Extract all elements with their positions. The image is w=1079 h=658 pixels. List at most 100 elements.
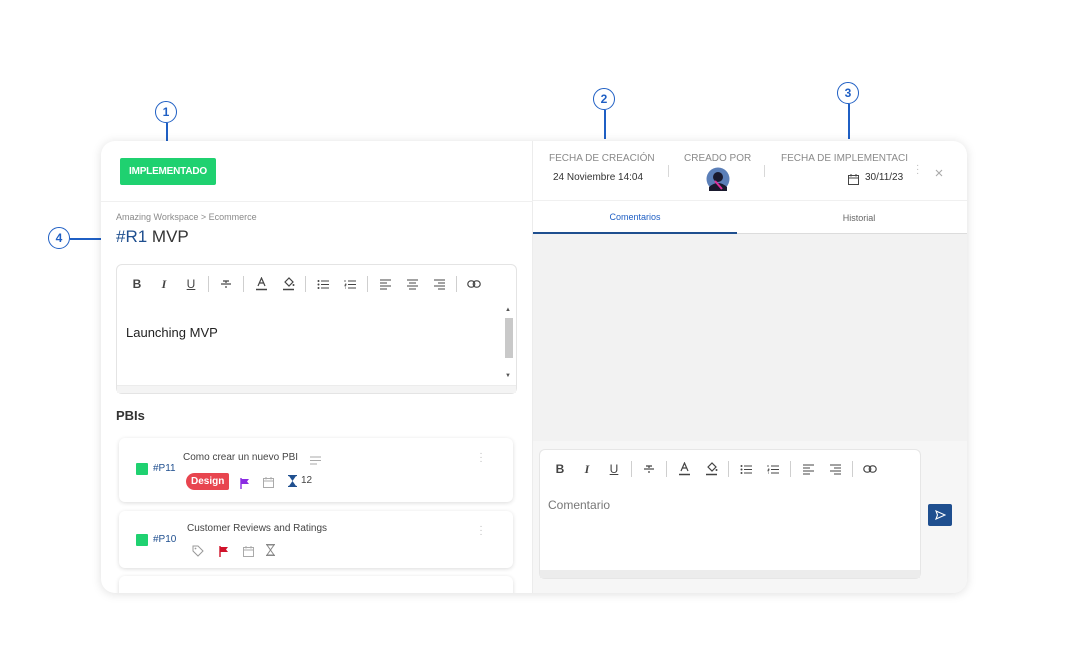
underline-button[interactable]: U: [180, 274, 202, 294]
pbi-status-square: [136, 463, 148, 475]
bullet-list-icon[interactable]: [735, 459, 757, 479]
close-icon[interactable]: [934, 165, 944, 183]
underline-button[interactable]: U: [603, 459, 625, 479]
bullet-list-icon[interactable]: [312, 274, 334, 294]
send-icon: [934, 510, 946, 520]
text-color-icon[interactable]: [250, 274, 272, 294]
tag-icon[interactable]: [192, 544, 204, 562]
link-icon[interactable]: [859, 459, 881, 479]
italic-button[interactable]: I: [153, 274, 175, 294]
numbered-list-icon[interactable]: [762, 459, 784, 479]
align-right-icon[interactable]: [824, 459, 846, 479]
comments-list: [533, 234, 967, 441]
pbi-card[interactable]: #P10 Customer Reviews and Ratings · · ·: [119, 511, 513, 568]
description-text[interactable]: Launching MVP: [117, 305, 502, 385]
tag-design[interactable]: Design: [186, 473, 230, 490]
estimate-hourglass-icon[interactable]: [265, 543, 276, 561]
item-name: MVP: [151, 227, 189, 246]
pbi-estimate: 12: [301, 475, 313, 486]
tab-comentarios[interactable]: Comentarios: [533, 201, 737, 234]
pbi-menu-icon[interactable]: · · ·: [479, 449, 483, 467]
avatar[interactable]: [706, 167, 730, 196]
highlight-icon[interactable]: [700, 459, 722, 479]
tab-historial[interactable]: Historial: [757, 201, 961, 234]
breadcrumb[interactable]: Amazing Workspace > Ecommerce: [116, 212, 257, 222]
status-header: IMPLEMENTADO: [101, 141, 533, 202]
created-date-value: 24 Noviembre 14:04: [553, 172, 644, 183]
pbi-card[interactable]: [119, 576, 513, 593]
comment-input[interactable]: Comentario: [548, 498, 610, 512]
toolbar-divider: [456, 276, 457, 292]
comment-toolbar: B I U: [540, 450, 920, 488]
toolbar-divider: [790, 461, 791, 477]
comment-editor: B I U Comentario: [539, 449, 921, 579]
callout-2: 2: [593, 88, 615, 110]
scroll-down-icon[interactable]: ▼: [505, 373, 511, 379]
bold-button[interactable]: B: [126, 274, 148, 294]
toolbar-divider: [243, 276, 244, 292]
callout-3-line: [848, 104, 850, 139]
toolbar-divider: [728, 461, 729, 477]
activity-tabs: Comentarios Historial: [533, 201, 967, 234]
toolbar-divider: [631, 461, 632, 477]
italic-button[interactable]: I: [576, 459, 598, 479]
calendar-icon[interactable]: [243, 544, 254, 562]
pbi-title[interactable]: Como crear un nuevo PBI: [183, 452, 298, 463]
callout-2-line: [604, 110, 606, 139]
page-title[interactable]: #R1 MVP: [116, 227, 189, 247]
align-left-icon[interactable]: [797, 459, 819, 479]
priority-flag-icon[interactable]: [219, 544, 229, 562]
bold-button[interactable]: B: [549, 459, 571, 479]
pbi-id[interactable]: #P10: [153, 534, 176, 545]
composer-resize-bar: [540, 570, 920, 578]
editor-toolbar: B I U: [117, 265, 516, 303]
implemented-date-value[interactable]: 30/11/23: [865, 172, 903, 183]
callout-1: 1: [155, 101, 177, 123]
item-main-section: IMPLEMENTADO Amazing Workspace > Ecommer…: [101, 141, 533, 593]
description-lines-icon: [310, 452, 322, 470]
calendar-icon[interactable]: [848, 172, 859, 190]
toolbar-divider: [305, 276, 306, 292]
editor-scrollbar[interactable]: ▲ ▼: [503, 305, 515, 385]
highlight-icon[interactable]: [277, 274, 299, 294]
scroll-up-icon[interactable]: ▲: [505, 307, 511, 313]
toolbar-divider: [367, 276, 368, 292]
align-right-icon[interactable]: [428, 274, 450, 294]
screenshot-stage: 1 2 3 4 IMPLEMENTADO Amazing Workspace >…: [0, 0, 1079, 658]
toolbar-divider: [208, 276, 209, 292]
strikethrough-icon[interactable]: [638, 459, 660, 479]
status-button[interactable]: IMPLEMENTADO: [120, 158, 216, 185]
item-detail-panel: IMPLEMENTADO Amazing Workspace > Ecommer…: [101, 141, 967, 593]
toolbar-divider: [666, 461, 667, 477]
pbi-title[interactable]: Customer Reviews and Ratings: [187, 523, 327, 534]
pbi-id[interactable]: #P11: [153, 463, 176, 474]
strikethrough-icon[interactable]: [215, 274, 237, 294]
created-date-label: FECHA DE CREACIÓN: [549, 153, 655, 164]
pbi-menu-icon[interactable]: · · ·: [479, 522, 483, 540]
meta-header: FECHA DE CREACIÓN 24 Noviembre 14:04 CRE…: [533, 141, 967, 201]
align-center-icon[interactable]: [401, 274, 423, 294]
calendar-icon[interactable]: [263, 475, 274, 493]
scroll-thumb[interactable]: [505, 318, 513, 358]
toolbar-divider: [852, 461, 853, 477]
priority-flag-icon[interactable]: [240, 476, 250, 494]
estimate-hourglass-icon[interactable]: [287, 474, 298, 492]
numbered-list-icon[interactable]: [339, 274, 361, 294]
item-activity-section: FECHA DE CREACIÓN 24 Noviembre 14:04 CRE…: [533, 141, 967, 593]
description-editor: B I U Launching MVP ▲ ▼: [116, 264, 517, 394]
item-id: #R1: [116, 227, 148, 246]
callout-4: 4: [48, 227, 70, 249]
callout-3: 3: [837, 82, 859, 104]
more-options-icon[interactable]: · · ·: [916, 161, 919, 179]
meta-divider: [764, 165, 765, 177]
created-by-label: CREADO POR: [684, 153, 752, 164]
meta-divider: [668, 165, 669, 177]
comment-composer-area: B I U Comentario: [533, 441, 967, 593]
send-button[interactable]: [928, 504, 952, 526]
pbis-heading: PBIs: [116, 408, 145, 423]
editor-resize-bar: [117, 385, 516, 393]
pbi-card[interactable]: #P11 Como crear un nuevo PBI · · · Design …: [119, 438, 513, 502]
align-left-icon[interactable]: [374, 274, 396, 294]
link-icon[interactable]: [463, 274, 485, 294]
text-color-icon[interactable]: [673, 459, 695, 479]
